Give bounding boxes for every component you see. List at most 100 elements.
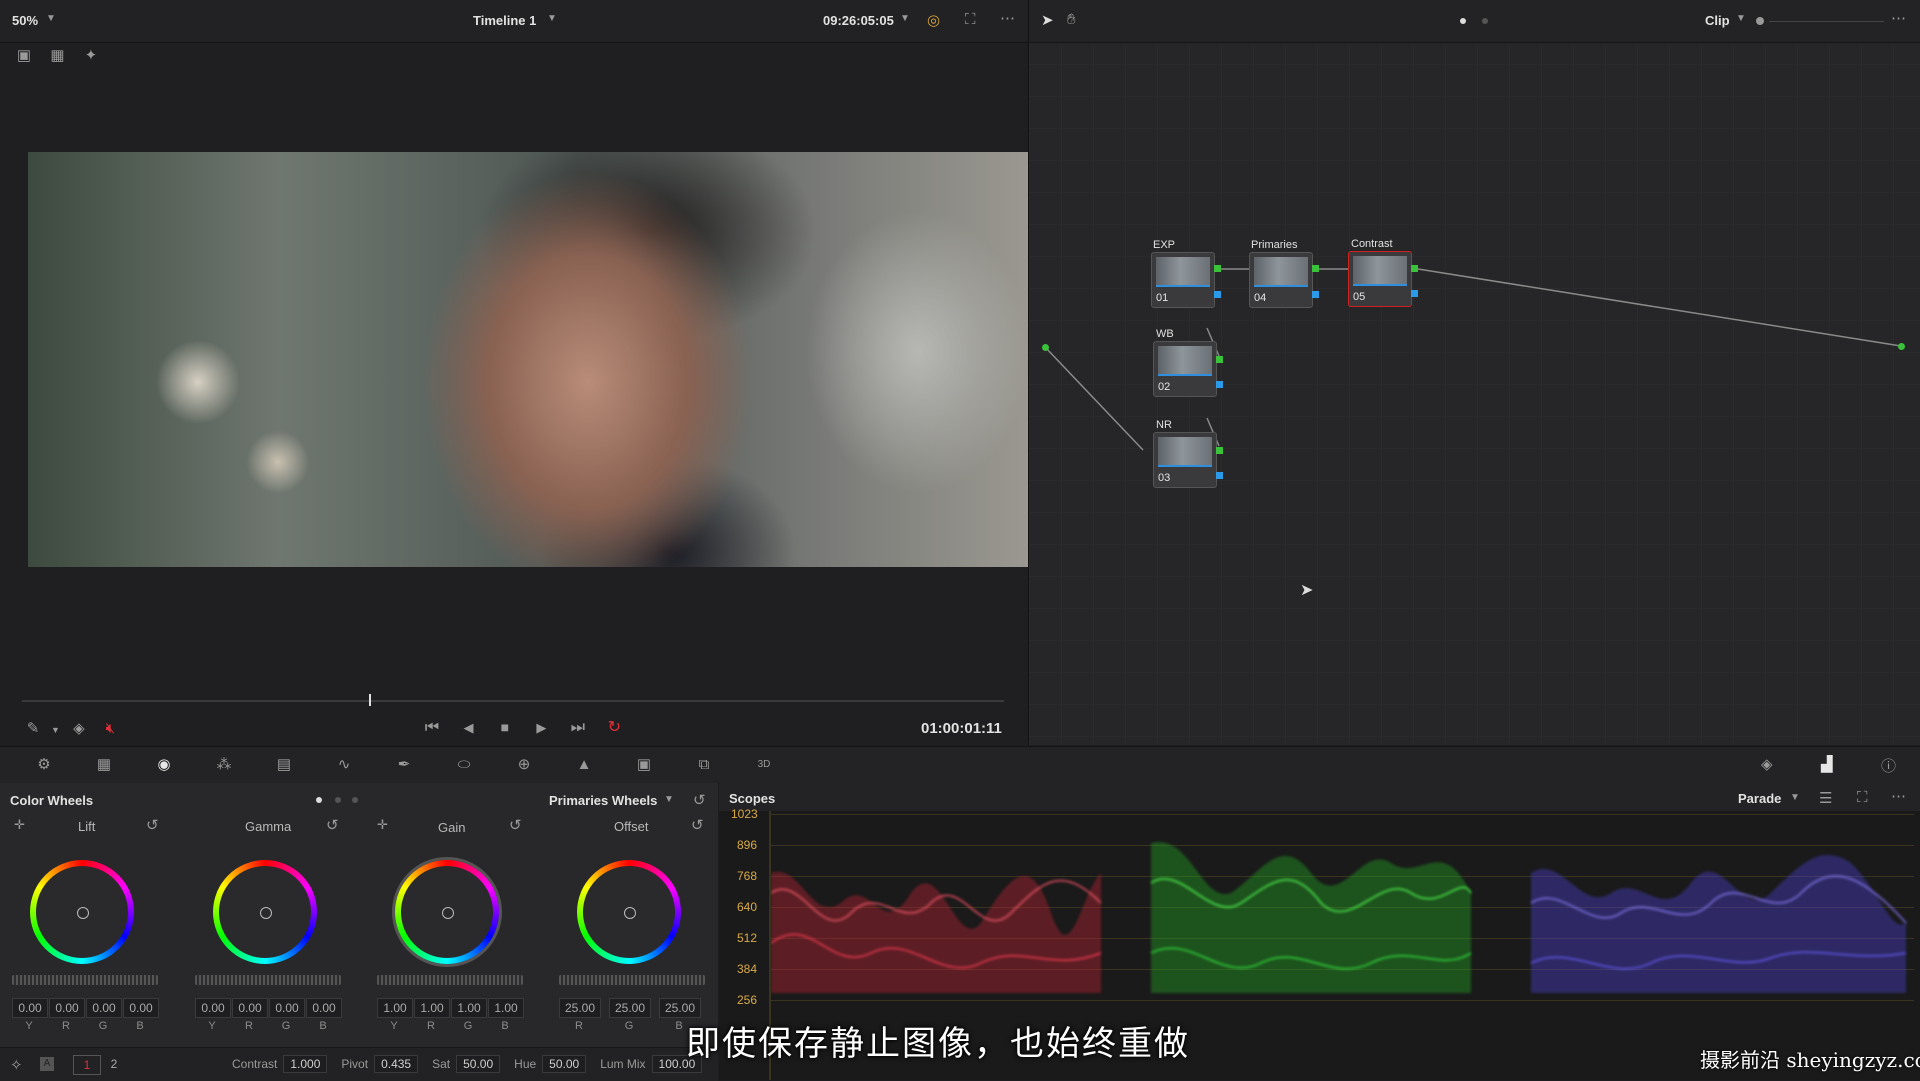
- lift-y-value[interactable]: 0.00: [12, 998, 48, 1018]
- node-contrast-selected[interactable]: 05: [1348, 251, 1412, 307]
- play-icon[interactable]: ▶: [525, 720, 557, 736]
- node-output-port[interactable]: [1216, 447, 1223, 454]
- node-key-output-port[interactable]: [1216, 381, 1223, 388]
- lift-g-value[interactable]: 0.00: [86, 998, 122, 1018]
- node-output-port[interactable]: [1312, 265, 1319, 272]
- reverse-play-icon[interactable]: ◀: [452, 720, 484, 736]
- scrub-bar[interactable]: [22, 700, 1004, 702]
- scope-mode[interactable]: Parade: [1738, 791, 1781, 806]
- timeline-name[interactable]: Timeline 1: [473, 13, 536, 28]
- gallery-view-icon[interactable]: ▦: [40, 46, 74, 64]
- node-key-output-port[interactable]: [1312, 291, 1319, 298]
- lift-r-value[interactable]: 0.00: [49, 998, 85, 1018]
- lift-picker-icon[interactable]: ✛: [14, 817, 25, 833]
- eyedropper-icon[interactable]: ✎: [22, 719, 44, 737]
- lift-reset-icon[interactable]: ↺: [146, 816, 159, 834]
- scopes-icon[interactable]: ▟: [1821, 755, 1833, 773]
- timeline-dropdown-icon[interactable]: ▼: [547, 13, 557, 24]
- 3d-icon[interactable]: 3D: [734, 755, 794, 773]
- timecode-dropdown-icon[interactable]: ▼: [900, 13, 910, 24]
- single-view-icon[interactable]: ▣: [12, 46, 36, 64]
- gamma-b-value[interactable]: 0.00: [306, 998, 342, 1018]
- blur-icon[interactable]: ▲: [554, 755, 614, 773]
- camera-raw-icon[interactable]: ⚙︎: [14, 755, 74, 773]
- offset-r-value[interactable]: 25.00: [559, 998, 601, 1018]
- offset-g-value[interactable]: 25.00: [609, 998, 651, 1018]
- gain-b-value[interactable]: 1.00: [488, 998, 524, 1018]
- zoom-dropdown-icon[interactable]: ▼: [46, 13, 56, 24]
- window-icon[interactable]: ⬭: [434, 755, 494, 773]
- panel-page-dot[interactable]: [352, 797, 358, 803]
- auto-icon[interactable]: A: [40, 1057, 54, 1071]
- color-match-icon[interactable]: ▦: [74, 755, 134, 773]
- offset-reset-icon[interactable]: ↺: [691, 816, 704, 834]
- offset-wheel-handle[interactable]: [624, 907, 636, 919]
- info-icon[interactable]: ⓘ: [1881, 755, 1896, 776]
- curves-icon[interactable]: ∿: [314, 755, 374, 773]
- lift-master-slider[interactable]: [12, 975, 158, 985]
- offset-master-slider[interactable]: [559, 975, 705, 985]
- eyedropper-dropdown-icon[interactable]: ▼: [48, 725, 62, 735]
- gain-wheel-handle[interactable]: [442, 907, 454, 919]
- pivot-value[interactable]: 0.435: [374, 1055, 419, 1073]
- more-options-icon[interactable]: ⋯: [1000, 9, 1015, 27]
- node-key-output-port[interactable]: [1214, 291, 1221, 298]
- wheels-mode-dropdown-icon[interactable]: ▼: [664, 794, 674, 805]
- hue-value[interactable]: 50.00: [542, 1055, 587, 1073]
- playhead[interactable]: [369, 694, 371, 706]
- node-key-output-port[interactable]: [1216, 472, 1223, 479]
- go-to-last-icon[interactable]: ⏭: [562, 719, 594, 737]
- lift-b-value[interactable]: 0.00: [123, 998, 159, 1018]
- node-key-output-port[interactable]: [1411, 290, 1418, 297]
- reset-all-icon[interactable]: ↺: [693, 791, 706, 809]
- gain-g-value[interactable]: 1.00: [451, 998, 487, 1018]
- node-output-port[interactable]: [1411, 265, 1418, 272]
- output-port[interactable]: [1898, 343, 1905, 350]
- node-primaries[interactable]: 04: [1249, 252, 1313, 308]
- scope-settings-icon[interactable]: ☰: [1819, 789, 1832, 807]
- color-sync-icon[interactable]: ◎: [927, 11, 940, 29]
- source-input-port[interactable]: [1042, 344, 1049, 351]
- gamma-y-value[interactable]: 0.00: [195, 998, 231, 1018]
- stop-icon[interactable]: ■: [489, 719, 521, 735]
- wheels-mode-label[interactable]: Primaries Wheels: [549, 793, 657, 808]
- loop-icon[interactable]: ↻: [598, 717, 630, 737]
- source-timecode[interactable]: 09:26:05:05: [823, 13, 894, 28]
- page-one[interactable]: 1: [73, 1055, 101, 1075]
- color-wheels-icon[interactable]: ◉: [134, 755, 194, 773]
- gain-master-slider[interactable]: [377, 975, 523, 985]
- page-two[interactable]: 2: [102, 1055, 126, 1073]
- motion-effects-icon[interactable]: ▤: [254, 755, 314, 773]
- keyframes-icon[interactable]: ◈: [1761, 755, 1773, 773]
- node-wb[interactable]: 02: [1153, 341, 1217, 397]
- contrast-value[interactable]: 1.000: [283, 1055, 328, 1073]
- node-output-port[interactable]: [1214, 265, 1221, 272]
- key-icon[interactable]: ▣: [614, 755, 674, 773]
- mute-icon[interactable]: 🔇︎: [95, 720, 125, 737]
- highlight-icon[interactable]: ◈: [67, 719, 91, 737]
- auto-balance-icon[interactable]: ✧: [10, 1056, 23, 1074]
- gain-r-value[interactable]: 1.00: [414, 998, 450, 1018]
- node-nr[interactable]: 03: [1153, 432, 1217, 488]
- lift-wheel-handle[interactable]: [77, 907, 89, 919]
- fullscreen-icon[interactable]: ⛶: [965, 11, 976, 28]
- qualifier-icon[interactable]: ✒︎: [374, 755, 434, 773]
- magic-wand-icon[interactable]: ✦: [79, 46, 103, 64]
- sizing-icon[interactable]: ⧉: [674, 755, 734, 773]
- scope-more-icon[interactable]: ⋯: [1891, 787, 1906, 805]
- panel-page-dot[interactable]: [335, 797, 341, 803]
- tracker-icon[interactable]: ⊕: [494, 755, 554, 773]
- panel-page-dot-active[interactable]: [316, 797, 322, 803]
- gamma-r-value[interactable]: 0.00: [232, 998, 268, 1018]
- gamma-master-slider[interactable]: [195, 975, 341, 985]
- gamma-wheel-handle[interactable]: [260, 907, 272, 919]
- gain-y-value[interactable]: 1.00: [377, 998, 413, 1018]
- gamma-g-value[interactable]: 0.00: [269, 998, 305, 1018]
- scope-mode-dropdown-icon[interactable]: ▼: [1790, 792, 1800, 803]
- node-output-port[interactable]: [1216, 356, 1223, 363]
- gain-picker-icon[interactable]: ✛: [377, 817, 388, 833]
- sat-value[interactable]: 50.00: [456, 1055, 501, 1073]
- rgb-mixer-icon[interactable]: ⁂: [194, 755, 254, 773]
- scope-expand-icon[interactable]: ⛶: [1857, 789, 1868, 806]
- offset-b-value[interactable]: 25.00: [659, 998, 701, 1018]
